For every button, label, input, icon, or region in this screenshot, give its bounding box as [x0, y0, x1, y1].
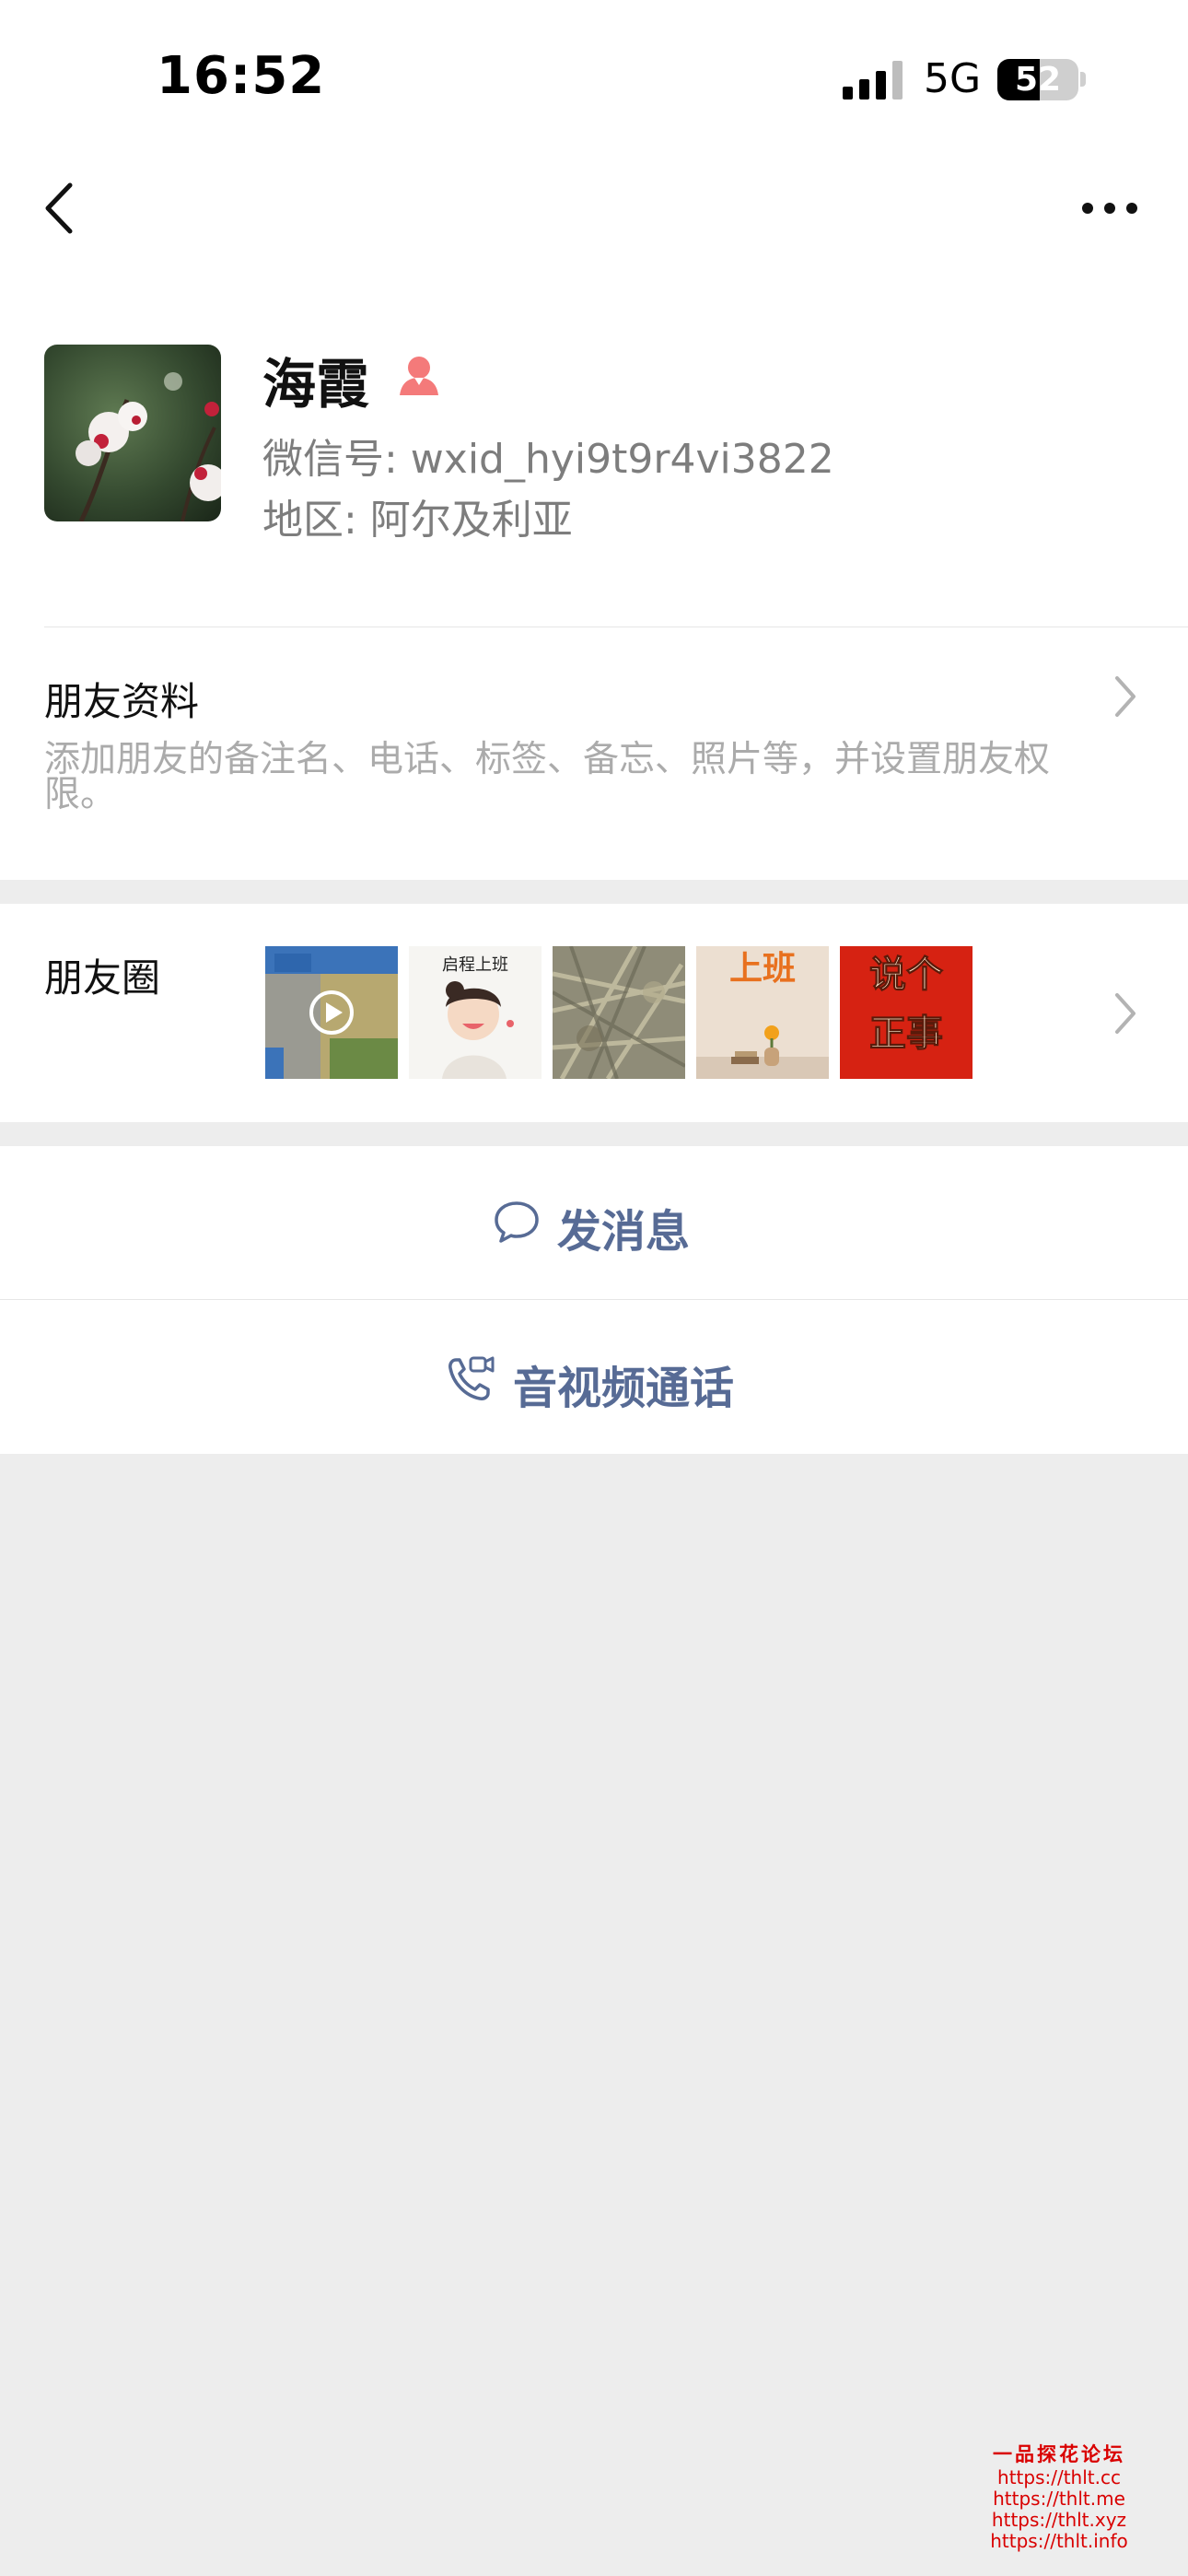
- chevron-right-icon: [1115, 993, 1136, 1034]
- battery-percent: 52: [1014, 61, 1062, 99]
- send-message-label: 发消息: [557, 1206, 691, 1258]
- thumb-label-line2: 正事: [869, 1013, 943, 1055]
- moment-thumb-5[interactable]: 说个 正事: [840, 946, 973, 1079]
- signal-icon: [843, 61, 903, 100]
- moment-thumb-4[interactable]: 上班: [696, 946, 829, 1079]
- chevron-left-icon[interactable]: [37, 180, 83, 237]
- moment-thumb-3[interactable]: [553, 946, 685, 1079]
- watermark-url: https://thlt.me: [993, 2488, 1125, 2510]
- female-icon: [400, 357, 438, 395]
- status-time: 16:52: [157, 46, 326, 106]
- avatar-image: [44, 345, 221, 521]
- network-label: 5G: [924, 55, 982, 102]
- watermark: 一品探花论坛 https://thlt.cc https://thlt.me h…: [939, 2440, 1179, 2552]
- chevron-right-icon: [1115, 676, 1136, 717]
- battery-icon: 52: [997, 59, 1078, 100]
- thumb-label-line1: 说个: [869, 954, 943, 996]
- av-call-label: 音视频通话: [513, 1363, 735, 1414]
- friend-info-title: 朋友资料: [44, 679, 200, 724]
- moments-title: 朋友圈: [44, 955, 161, 1001]
- video-call-icon: [448, 1356, 495, 1400]
- moment-thumb-2[interactable]: 启程上班: [409, 946, 542, 1079]
- wechat-id: 微信号: wxid_hyi9t9r4vi3822: [262, 436, 834, 483]
- battery-tip: [1080, 72, 1086, 87]
- watermark-title: 一品探花论坛: [993, 2442, 1125, 2465]
- profile-name: 海霞: [262, 353, 370, 416]
- section-gap: [0, 1122, 1188, 1146]
- avatar[interactable]: [44, 345, 221, 521]
- chat-bubble-icon: [495, 1201, 539, 1243]
- moment-thumb-1[interactable]: [265, 946, 398, 1079]
- watermark-url: https://thlt.info: [990, 2530, 1128, 2552]
- friend-info-description: 添加朋友的备注名、电话、标签、备忘、照片等，并设置朋友权限。: [44, 739, 1051, 815]
- watermark-url: https://thlt.cc: [997, 2466, 1121, 2488]
- watermark-url: https://thlt.xyz: [991, 2509, 1127, 2531]
- more-horizontal-icon[interactable]: [1079, 199, 1140, 217]
- thumb-label: 上班: [729, 950, 796, 988]
- thumb-label: 启程上班: [442, 955, 508, 975]
- section-gap: [0, 880, 1188, 904]
- region: 地区: 阿尔及利亚: [262, 497, 573, 544]
